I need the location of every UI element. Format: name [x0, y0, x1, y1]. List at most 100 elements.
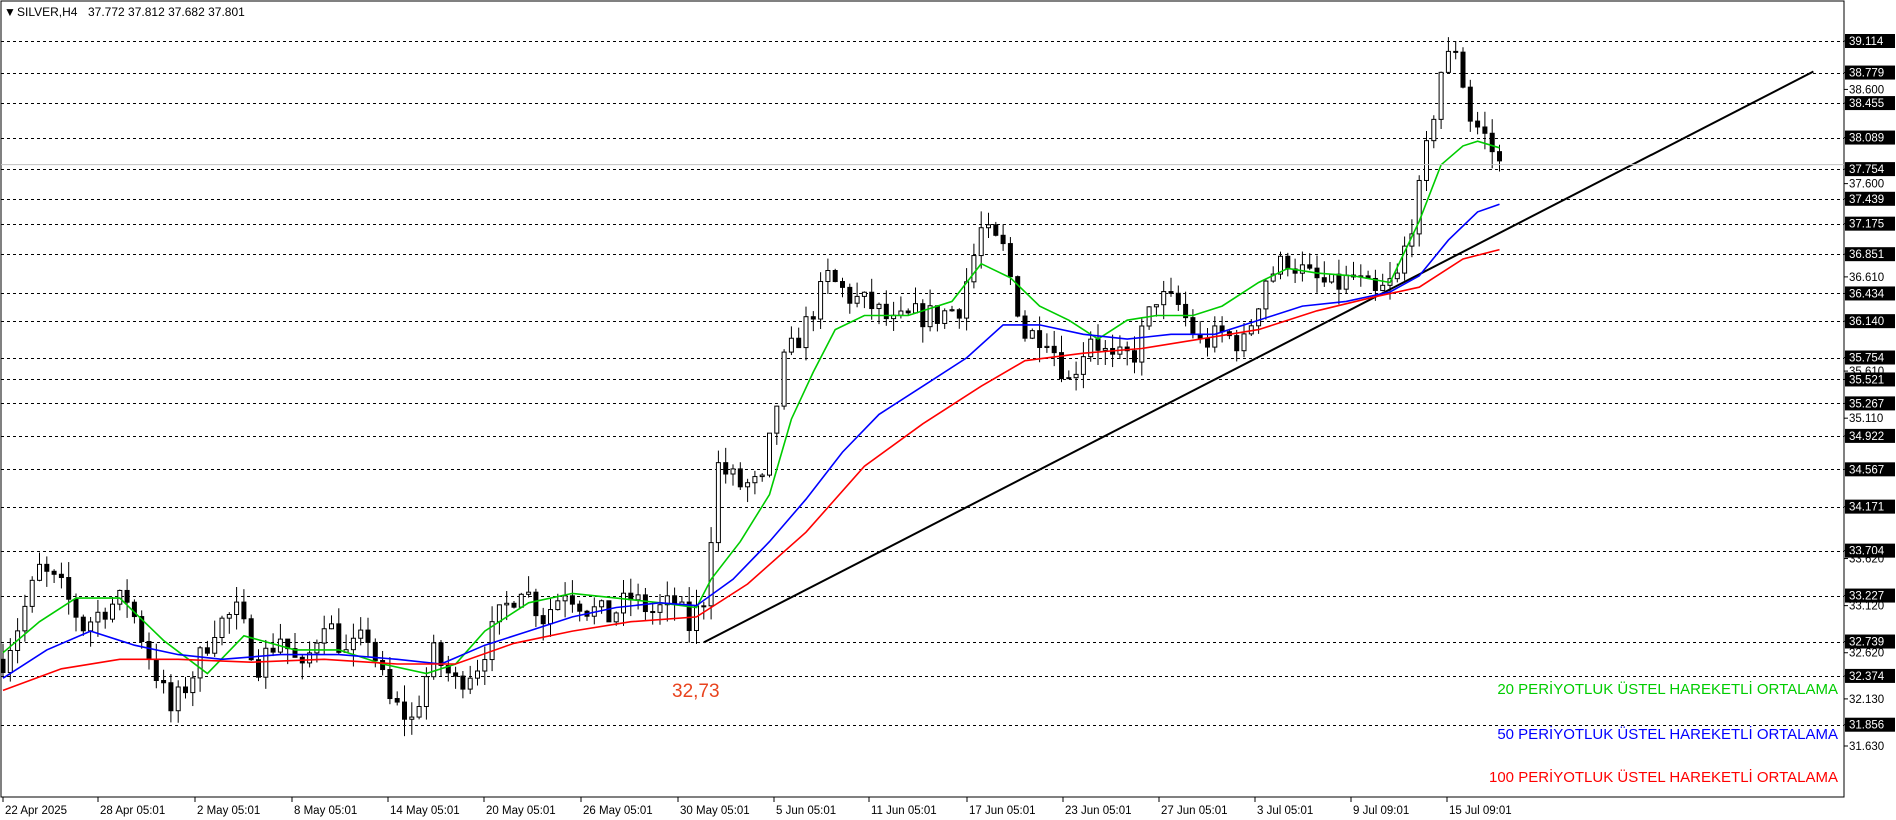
price-level-label: 34.567 [1849, 464, 1884, 476]
candle-body [621, 592, 626, 614]
candle-body [737, 468, 743, 488]
candle-body [467, 677, 473, 690]
candle-body [715, 462, 721, 544]
candle-body [1080, 356, 1086, 375]
candle-body [1336, 273, 1342, 290]
candle-body [949, 309, 955, 312]
candle-body [1037, 330, 1043, 348]
candle-body [840, 281, 845, 288]
price-level-label: 35.754 [1849, 353, 1885, 365]
candle-107 [781, 349, 787, 410]
x-tick-label: 22 Apr 2025 [5, 805, 67, 817]
candle-body [1044, 345, 1050, 348]
candle-body [533, 591, 539, 617]
price-level-label: 38.455 [1849, 98, 1884, 110]
candle-body [1445, 50, 1451, 73]
candle-body [336, 623, 342, 653]
legend-ema100: 100 PERİYOTLUK ÜSTEL HAREKETLİ ORTALAMA [1489, 768, 1838, 786]
candle-body [1460, 51, 1466, 88]
candle-body [562, 595, 568, 602]
candle-body [1190, 317, 1196, 335]
symbol-label: SILVER,H4 [17, 5, 78, 19]
candle-body [635, 594, 641, 601]
x-tick-label: 2 May 05:01 [197, 805, 260, 817]
candle-body [883, 303, 889, 320]
candle-body [1234, 335, 1240, 352]
candle-body [1329, 273, 1335, 283]
candle-body [526, 591, 532, 595]
candle-body [569, 595, 575, 605]
candle-body [168, 682, 174, 712]
candle-body [825, 270, 831, 283]
candle-body [1161, 291, 1167, 306]
header-arrow-icon[interactable]: ▼ [4, 5, 16, 19]
x-tick-label: 14 May 05:01 [390, 805, 460, 817]
chart-header: ▼ SILVER,H4 37.772 37.812 37.682 37.801 [4, 5, 245, 19]
candle-body [723, 462, 729, 475]
candle-body [1051, 345, 1057, 354]
candle-body [1307, 264, 1313, 269]
candle-body [0, 658, 6, 674]
candle-body [1095, 338, 1101, 351]
candle-body [847, 286, 853, 304]
time-axis: 22 Apr 2025 28 Apr 05:01 2 May 05:01 8 May … [2, 797, 1512, 817]
candle-body [854, 295, 860, 304]
candle-body [1497, 151, 1502, 162]
candle-body [1299, 264, 1305, 274]
candle-body [44, 563, 50, 572]
price-chart[interactable]: 39.114 38.779 38.600 38.455 38.089 37.754 37.6… [0, 0, 1896, 820]
y-tick-label: 32.130 [1849, 694, 1884, 706]
candle-body [80, 616, 86, 632]
candle-body [774, 405, 780, 434]
candle-body [1394, 272, 1400, 280]
candle-200 [1460, 47, 1466, 89]
candle-body [964, 281, 970, 319]
candle-body [701, 605, 707, 608]
price-level-label: 35.521 [1849, 374, 1884, 386]
candle-body [788, 337, 794, 353]
candle-body [1453, 50, 1459, 53]
candle-body [438, 642, 444, 666]
candle-body [657, 604, 663, 613]
candle-body [1431, 118, 1437, 142]
candle-body [358, 629, 364, 639]
candle-body [1241, 333, 1247, 352]
candle-body [1088, 338, 1094, 358]
candle-body [1139, 325, 1145, 363]
candle-body [402, 701, 407, 720]
price-level-label: 32.374 [1849, 671, 1885, 683]
legend: 20 PERİYOTLUK ÜSTEL HAREKETLİ ORTALAMA 5… [1489, 680, 1838, 786]
candle-body [1066, 377, 1072, 380]
candle-139 [1015, 275, 1021, 318]
candle-body [460, 675, 466, 690]
x-tick-label: 11 Jun 05:01 [871, 805, 937, 817]
candle-body [197, 647, 203, 679]
candle-body [978, 227, 984, 257]
candle-body [934, 305, 940, 324]
candle-body [51, 570, 57, 575]
candle-body [190, 677, 196, 694]
candle-body [1475, 120, 1481, 128]
candle-body [37, 563, 42, 581]
candle-body [175, 686, 181, 712]
candle-body [146, 640, 152, 660]
x-tick-label: 26 May 05:01 [583, 805, 653, 817]
candle-body [88, 621, 94, 632]
candle-114 [832, 268, 838, 283]
candle-body [423, 676, 429, 708]
candle-body [1168, 291, 1174, 294]
candle-71 [518, 592, 524, 608]
y-tick-label: 32.620 [1849, 648, 1884, 660]
candle-body [102, 611, 108, 620]
candle-body [759, 474, 765, 478]
candle-body [7, 649, 13, 674]
candle-body [263, 647, 269, 678]
candle-body [971, 255, 977, 283]
x-tick-label: 8 May 05:01 [294, 805, 357, 817]
candle-83 [606, 600, 612, 623]
candle-body [321, 628, 327, 644]
candle-body [1175, 292, 1181, 305]
candle-body [1467, 86, 1473, 122]
candle-body [876, 303, 882, 310]
candle-body [511, 602, 517, 608]
